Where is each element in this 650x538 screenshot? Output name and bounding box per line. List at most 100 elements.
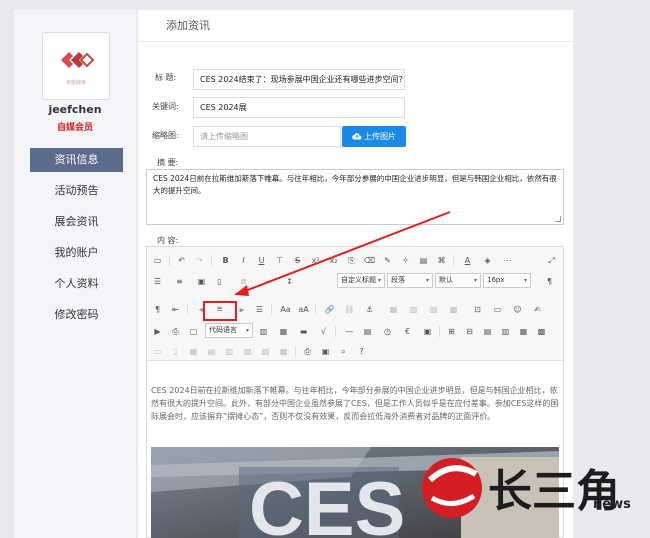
template-icon[interactable]: ▥ bbox=[257, 325, 270, 338]
sidebar-item-password[interactable]: 修改密码 bbox=[30, 303, 123, 327]
code-language-select[interactable]: 代码语言 ▾ bbox=[205, 323, 253, 338]
insert-picture-icon[interactable]: ▭ bbox=[491, 303, 504, 316]
source-code-icon[interactable]: ▭ bbox=[151, 254, 164, 267]
scrawl-icon[interactable]: ✍ bbox=[531, 303, 544, 316]
delete-table-icon[interactable]: ⊟ bbox=[463, 325, 476, 338]
background-color-icon[interactable]: ◈ bbox=[481, 254, 494, 267]
font-size-select[interactable]: 16px ▾ bbox=[483, 273, 531, 288]
sidebar-item-events[interactable]: 活动预告 bbox=[30, 179, 123, 203]
chevron-down-icon: ▾ bbox=[425, 277, 429, 284]
help-icon[interactable]: ? bbox=[355, 345, 368, 358]
date-icon[interactable]: ▤ bbox=[361, 325, 374, 338]
attachment-icon[interactable]: ⎙ bbox=[169, 325, 182, 338]
indent-dropdown-icon[interactable]: ⇥ bbox=[261, 275, 274, 288]
merge-cells-icon[interactable]: ▦ bbox=[517, 325, 530, 338]
time-icon[interactable]: ◷ bbox=[381, 325, 394, 338]
sidebar-item-expo[interactable]: 展会资讯 bbox=[30, 210, 123, 234]
insert-row-icon[interactable]: ▤ bbox=[481, 325, 494, 338]
avatar[interactable]: 未能转换 bbox=[42, 32, 110, 100]
paragraph-select[interactable]: 段落 ▾ bbox=[387, 273, 433, 288]
undo-icon[interactable]: ↶ bbox=[175, 254, 188, 267]
italic-icon[interactable]: I bbox=[237, 254, 250, 267]
horizontal-rule-icon[interactable]: — bbox=[343, 325, 356, 338]
member-badge: 自媒会员 bbox=[56, 123, 93, 133]
insert-video-icon[interactable]: ▶ bbox=[151, 325, 164, 338]
thumbnail-input[interactable]: 请上传缩略图 bbox=[193, 126, 341, 147]
superscript-icon[interactable]: x² bbox=[309, 254, 322, 267]
table-prop-icon[interactable]: ▧ bbox=[241, 345, 254, 358]
emoticon-icon[interactable]: ☺ bbox=[511, 303, 524, 316]
ordered-list-icon[interactable]: ≡ bbox=[173, 275, 186, 288]
photo-caption: CES bbox=[249, 467, 405, 538]
table-row-op-icon[interactable]: ▭ bbox=[151, 345, 164, 358]
paste-plain-icon[interactable]: ▤ bbox=[417, 254, 430, 267]
search-replace-icon[interactable]: ⌕ bbox=[337, 345, 350, 358]
more-icon[interactable]: ⋯ bbox=[501, 254, 514, 267]
table-split-row-icon[interactable]: ▤ bbox=[205, 345, 218, 358]
sidebar: 未能转换 jeefchen 自媒会员 资讯信息 活动预告 展会资讯 我的账户 个… bbox=[14, 10, 136, 538]
font-border-icon[interactable]: ⊤ bbox=[273, 254, 286, 267]
keywords-input[interactable]: CES 2024展 bbox=[193, 97, 405, 118]
select-all-icon[interactable]: ⌘ bbox=[435, 254, 448, 267]
special-char-icon[interactable]: € bbox=[401, 325, 414, 338]
editor-body-text[interactable]: CES 2024日前在拉斯维加斯落下帷幕。与往年相比，今年部分参展的中国企业进步… bbox=[151, 384, 561, 423]
link-icon[interactable]: 🔗 bbox=[323, 303, 336, 316]
preview-icon[interactable]: ▣ bbox=[319, 345, 332, 358]
insert-file-icon[interactable]: ▯ bbox=[213, 275, 226, 288]
simple-upload-icon[interactable]: ⊡ bbox=[471, 303, 484, 316]
formula-icon[interactable]: √ bbox=[317, 325, 330, 338]
table-bg-icon[interactable]: ▨ bbox=[259, 345, 272, 358]
sidebar-item-news[interactable]: 资讯信息 bbox=[30, 148, 123, 172]
bullet-list-icon[interactable]: ☰ bbox=[151, 275, 164, 288]
subscript-icon[interactable]: x₂ bbox=[327, 254, 340, 267]
underline-icon[interactable]: U bbox=[255, 254, 268, 267]
upload-image-button[interactable]: 上传图片 bbox=[342, 126, 406, 147]
paragraph-direction-icon[interactable]: ¶ bbox=[151, 303, 164, 316]
summary-textarea[interactable]: CES 2024日前在拉斯维加斯落下帷幕。与往年相比，今年部分参展的中国企业进步… bbox=[146, 169, 564, 225]
image-float-none-icon[interactable]: ▦ bbox=[387, 303, 400, 316]
table-sort-icon[interactable]: ▩ bbox=[277, 345, 290, 358]
case-lower-icon[interactable]: aA bbox=[297, 303, 310, 316]
case-upper-icon[interactable]: Aa bbox=[279, 303, 292, 316]
resize-handle[interactable] bbox=[555, 216, 561, 222]
format-painter-icon[interactable]: ⎘ bbox=[345, 254, 358, 267]
table-col-op-icon[interactable]: ▯ bbox=[169, 345, 182, 358]
line-height-icon[interactable]: ↕ bbox=[283, 275, 296, 288]
font-family-select[interactable]: 默认 ▾ bbox=[435, 273, 481, 288]
insert-col-icon[interactable]: ▥ bbox=[499, 325, 512, 338]
watermark-subtext: news bbox=[593, 497, 631, 512]
table-split-col-icon[interactable]: ▥ bbox=[223, 345, 236, 358]
magic-icon[interactable]: ✧ bbox=[399, 254, 412, 267]
image-float-right-icon[interactable]: ▨ bbox=[427, 303, 440, 316]
insert-map-icon[interactable]: ▬ bbox=[297, 325, 310, 338]
heading-select[interactable]: 自定义标题 ▾ bbox=[337, 273, 385, 288]
bold-icon[interactable]: B bbox=[219, 254, 232, 267]
unlink-icon[interactable]: ⛓ bbox=[343, 303, 356, 316]
split-cells-icon[interactable]: ▩ bbox=[535, 325, 548, 338]
chevron-down-icon: ▾ bbox=[245, 327, 249, 334]
print-icon[interactable]: ⎙ bbox=[301, 345, 314, 358]
align-dropdown-icon[interactable]: ≣ bbox=[237, 275, 250, 288]
outdent-icon[interactable]: ⇤ bbox=[169, 303, 182, 316]
font-color-icon[interactable]: A bbox=[461, 254, 474, 267]
word-image-icon[interactable]: ▣ bbox=[421, 325, 434, 338]
insert-image-icon[interactable]: ▣ bbox=[195, 275, 208, 288]
title-input[interactable]: CES 2024结束了：现场参展中国企业还有哪些进步空间? bbox=[193, 69, 405, 90]
table-cell-op-icon[interactable]: ▦ bbox=[187, 345, 200, 358]
insert-table-icon[interactable]: ⊞ bbox=[445, 325, 458, 338]
image-float-left-icon[interactable]: ▧ bbox=[407, 303, 420, 316]
strikethrough-icon[interactable]: S bbox=[291, 254, 304, 267]
background-icon[interactable]: ▦ bbox=[277, 325, 290, 338]
image-center-icon[interactable]: ▩ bbox=[447, 303, 460, 316]
align-justify-icon[interactable]: ☰ bbox=[253, 303, 266, 316]
insert-frame-icon[interactable]: ▢ bbox=[187, 325, 200, 338]
paragraph-mark-icon[interactable]: ¶ bbox=[543, 275, 556, 288]
fullscreen-icon[interactable]: ⤢ bbox=[545, 254, 558, 267]
anchor-icon[interactable]: ⚓ bbox=[363, 303, 376, 316]
redo-icon[interactable]: ↷ bbox=[193, 254, 206, 267]
summary-label: 摘 要: bbox=[157, 158, 179, 167]
auto-format-icon[interactable]: ✎ bbox=[381, 254, 394, 267]
eraser-icon[interactable]: ⌫ bbox=[363, 254, 376, 267]
sidebar-item-profile[interactable]: 个人资料 bbox=[30, 272, 123, 296]
sidebar-item-account[interactable]: 我的账户 bbox=[30, 241, 123, 265]
